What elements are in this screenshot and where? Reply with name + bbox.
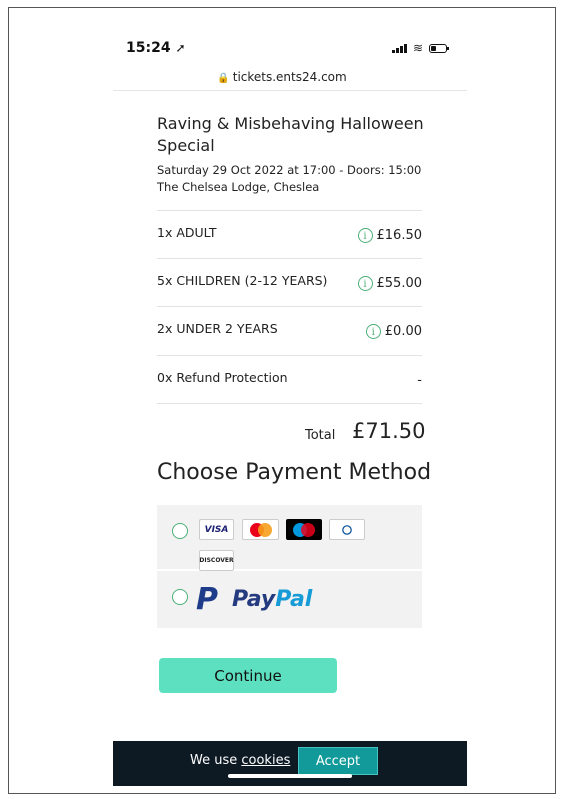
signal-icon	[392, 43, 407, 53]
status-time: 15:24 ➚	[126, 40, 186, 56]
location-arrow-icon: ➚	[175, 41, 186, 55]
divider	[157, 403, 422, 404]
url-text: tickets.ents24.com	[232, 70, 347, 84]
maestro-logo	[286, 519, 322, 540]
ticket-row: 2x UNDER 2 YEARS i £0.00	[157, 306, 422, 354]
ticket-row: 1x ADULT i £16.50	[157, 210, 422, 258]
ticket-row: 5x CHILDREN (2-12 YEARS) i £55.00	[157, 258, 422, 306]
event-title: Raving & Misbehaving Halloween Special	[157, 114, 424, 155]
ticket-label: 0x Refund Protection	[157, 370, 288, 385]
payment-heading: Choose Payment Method	[157, 460, 432, 485]
url-bar[interactable]: 🔒 tickets.ents24.com	[0, 70, 564, 84]
ticket-label: 5x CHILDREN (2-12 YEARS)	[157, 273, 328, 288]
wifi-icon: ≋	[413, 41, 424, 55]
ticket-price: i £16.50	[357, 228, 422, 243]
paypal-icon: P	[196, 582, 218, 617]
home-indicator[interactable]	[228, 774, 352, 778]
divider	[113, 90, 467, 91]
ticket-price: -	[417, 373, 422, 388]
ticket-row: 0x Refund Protection -	[157, 355, 422, 403]
paypal-radio[interactable]	[172, 589, 188, 605]
info-icon[interactable]: i	[357, 276, 373, 291]
accept-cookies-button[interactable]: Accept	[298, 747, 378, 775]
cookie-banner: We use cookies Accept	[113, 741, 467, 786]
info-icon[interactable]: i	[365, 324, 381, 339]
total-value: £71.50	[352, 419, 426, 443]
mastercard-logo	[242, 519, 279, 540]
paypal-logo: PayPal	[232, 587, 313, 612]
visa-logo: VISA	[199, 519, 234, 540]
ticket-label: 1x ADULT	[157, 225, 217, 240]
battery-icon	[429, 43, 450, 53]
total-label: Total	[305, 428, 336, 443]
cookie-text: We use cookies	[190, 753, 291, 768]
card-radio[interactable]	[172, 523, 188, 539]
ticket-price: i £55.00	[357, 276, 422, 291]
info-icon[interactable]: i	[357, 228, 373, 243]
lock-icon: 🔒	[217, 73, 230, 84]
discover-logo: DISCOVER	[199, 550, 234, 571]
event-venue: The Chelsea Lodge, Cheslea	[157, 180, 320, 194]
diners-club-logo	[329, 519, 365, 540]
ticket-label: 2x UNDER 2 YEARS	[157, 321, 278, 336]
cookies-link[interactable]: cookies	[241, 753, 290, 768]
event-date: Saturday 29 Oct 2022 at 17:00 - Doors: 1…	[157, 163, 422, 177]
continue-button[interactable]: Continue	[159, 658, 337, 693]
ticket-price: i £0.00	[365, 324, 422, 339]
status-icons: ≋	[392, 41, 450, 55]
